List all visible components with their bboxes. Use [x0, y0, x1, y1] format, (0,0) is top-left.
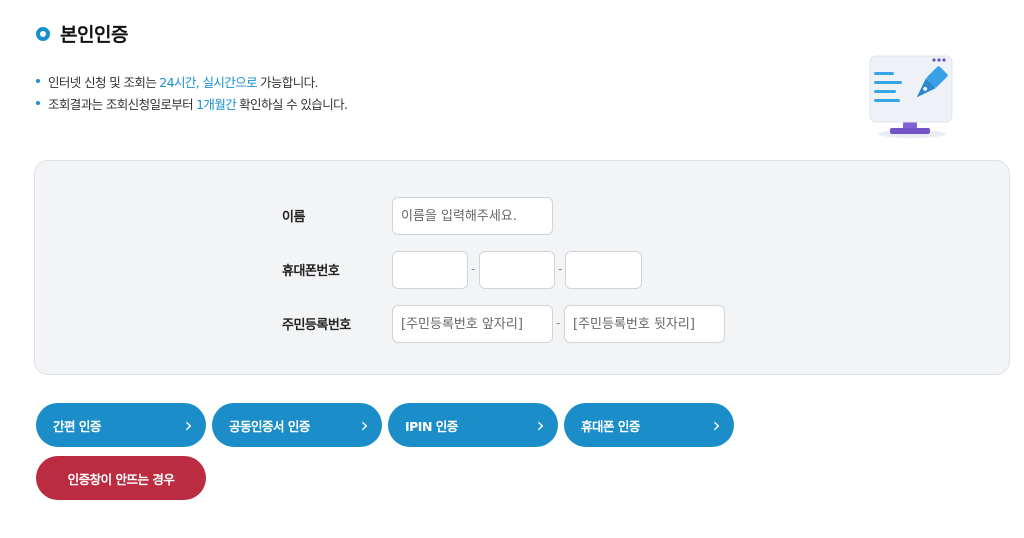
rrn-front-input[interactable] — [392, 305, 553, 343]
ring-icon — [36, 26, 50, 41]
chevron-right-icon: › — [360, 413, 369, 437]
notice-text: 인터넷 신청 및 조회는 — [48, 74, 157, 90]
notice-text: 확인하실 수 있습니다. — [239, 96, 348, 112]
name-input[interactable] — [392, 197, 553, 235]
phone-label: 휴대폰번호 — [282, 264, 340, 279]
phone-auth-button[interactable]: 휴대폰 인증 › — [564, 403, 734, 447]
button-label: 간편 인증 — [53, 418, 101, 434]
auth-button-row: 간편 인증 › 공동인증서 인증 › IPIN 인증 › 휴대폰 인증 › — [36, 403, 734, 447]
phone-separator: - — [558, 262, 563, 276]
button-label: IPIN 인증 — [405, 418, 458, 434]
chevron-right-icon: › — [184, 413, 193, 437]
cert-auth-button[interactable]: 공동인증서 인증 › — [212, 403, 382, 447]
button-label: 휴대폰 인증 — [581, 418, 640, 434]
phone-part2-input[interactable] — [479, 251, 555, 289]
bullet-icon — [36, 101, 40, 105]
notice-highlight: 1개월간 — [196, 96, 237, 112]
rrn-label: 주민등록번호 — [282, 318, 351, 333]
monitor-pen-icon — [869, 55, 953, 138]
bullet-icon — [36, 79, 40, 83]
phone-part3-input[interactable] — [565, 251, 642, 289]
section-title: 본인인증 — [60, 24, 128, 46]
auth-popup-help-button[interactable]: 인증창이 안뜨는 경우 — [36, 456, 206, 500]
simple-auth-button[interactable]: 간편 인증 › — [36, 403, 206, 447]
notice-item: 조회결과는 조회신청일로부터 1개월간 확인하실 수 있습니다. — [36, 92, 348, 114]
rrn-separator: - — [556, 316, 561, 330]
ipin-auth-button[interactable]: IPIN 인증 › — [388, 403, 558, 447]
notice-text: 조회결과는 조회신청일로부터 — [48, 96, 194, 112]
identity-form-panel: 이름 휴대폰번호 - - 주민등록번호 - — [34, 160, 1010, 375]
name-label: 이름 — [282, 210, 305, 225]
notice-text: 가능합니다. — [260, 74, 318, 90]
chevron-right-icon: › — [536, 413, 545, 437]
section-header: 본인인증 — [36, 20, 128, 47]
rrn-back-input[interactable] — [564, 305, 725, 343]
notice-list: 인터넷 신청 및 조회는 24시간, 실시간으로 가능합니다. 조회결과는 조회… — [36, 70, 348, 114]
notice-highlight: 24시간, 실시간으로 — [159, 74, 257, 90]
chevron-right-icon: › — [712, 413, 721, 437]
button-label: 공동인증서 인증 — [229, 418, 310, 434]
notice-item: 인터넷 신청 및 조회는 24시간, 실시간으로 가능합니다. — [36, 70, 347, 92]
phone-part1-input[interactable] — [392, 251, 468, 289]
phone-separator: - — [471, 262, 476, 276]
